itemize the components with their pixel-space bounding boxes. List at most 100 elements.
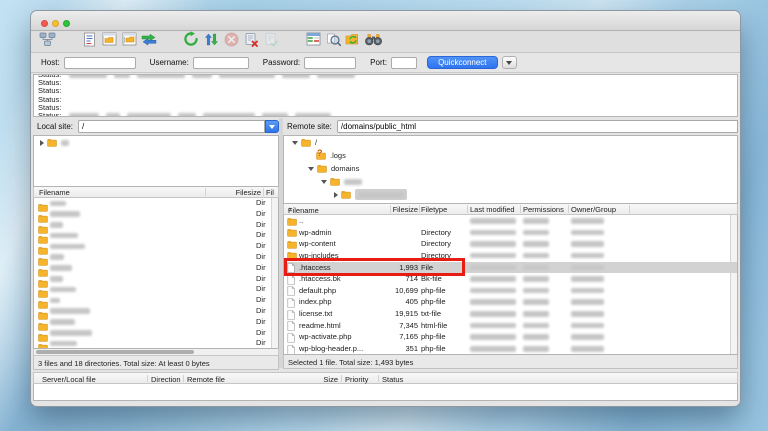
password-input[interactable] bbox=[304, 57, 356, 69]
queue-column-size[interactable]: Size bbox=[292, 375, 338, 384]
username-input[interactable] bbox=[193, 57, 249, 69]
toggle-local-tree-button[interactable] bbox=[99, 33, 119, 51]
host-label: Host: bbox=[41, 58, 60, 67]
remote-file-row-index-php[interactable]: index.php405php-file bbox=[284, 296, 737, 308]
local-file-row[interactable]: Dir bbox=[34, 295, 278, 306]
local-file-row[interactable]: Dir bbox=[34, 241, 278, 252]
refresh-button[interactable] bbox=[181, 33, 201, 51]
column-separator[interactable] bbox=[568, 205, 569, 213]
desktop-background: Host: Username: Password: Port: Quickcon… bbox=[0, 0, 768, 431]
redacted-owner-group bbox=[571, 230, 604, 236]
port-input[interactable] bbox=[391, 57, 417, 69]
filesize-cell: 7,165 bbox=[354, 331, 418, 343]
column-separator[interactable] bbox=[467, 205, 468, 213]
local-file-row[interactable]: Dir bbox=[34, 230, 278, 241]
column-separator[interactable] bbox=[147, 375, 148, 383]
remote-column-filetype[interactable]: Filetype bbox=[421, 205, 447, 214]
site-manager-button[interactable] bbox=[37, 33, 57, 51]
local-file-row[interactable]: Dir bbox=[34, 198, 278, 209]
redacted-text bbox=[61, 140, 69, 146]
column-separator[interactable] bbox=[390, 205, 391, 213]
cancel-button[interactable] bbox=[221, 33, 241, 51]
minimize-button[interactable] bbox=[52, 20, 59, 27]
remote-column-filesize[interactable]: Filesize bbox=[378, 205, 418, 214]
remote-file-row-default-php[interactable]: default.php10,699php-file bbox=[284, 285, 737, 297]
column-separator[interactable] bbox=[263, 188, 264, 196]
tree-node--logs[interactable]: ?.logs bbox=[284, 149, 737, 162]
expand-arrow-icon[interactable] bbox=[40, 140, 44, 146]
column-separator[interactable] bbox=[341, 375, 342, 383]
process-queue-button[interactable] bbox=[201, 33, 221, 51]
reconnect-button[interactable] bbox=[261, 33, 281, 51]
quickconnect-dropdown-button[interactable] bbox=[502, 56, 517, 69]
column-separator[interactable] bbox=[378, 375, 379, 383]
local-site-dropdown-button[interactable] bbox=[265, 120, 279, 133]
find-files-button[interactable] bbox=[363, 33, 383, 51]
redacted-permissions bbox=[523, 230, 549, 236]
filter-button[interactable] bbox=[303, 33, 323, 51]
toggle-message-log-button[interactable] bbox=[79, 33, 99, 51]
local-file-row[interactable]: Dir bbox=[34, 252, 278, 263]
synchronized-browsing-button[interactable] bbox=[343, 33, 363, 51]
column-separator[interactable] bbox=[520, 205, 521, 213]
host-input[interactable] bbox=[64, 57, 136, 69]
local-file-row[interactable]: Dir bbox=[34, 220, 278, 231]
collapse-arrow-icon[interactable] bbox=[308, 167, 314, 171]
filename-cell: .. bbox=[299, 215, 303, 227]
remote-file-row-wp-blog-header-p-[interactable]: wp-blog-header.p...351php-file bbox=[284, 343, 737, 355]
tree-node-domains[interactable]: domains bbox=[284, 162, 737, 175]
local-file-row[interactable]: Dir bbox=[34, 306, 278, 317]
local-file-row[interactable]: Dir bbox=[34, 209, 278, 220]
directory-comparison-button[interactable] bbox=[323, 33, 343, 51]
column-separator[interactable] bbox=[205, 188, 206, 196]
remote-file-row-wp-admin[interactable]: wp-adminDirectory bbox=[284, 227, 737, 239]
queue-column-direction[interactable]: Direction bbox=[151, 375, 181, 384]
local-file-row[interactable]: Dir bbox=[34, 328, 278, 339]
queue-column-priority[interactable]: Priority bbox=[345, 375, 368, 384]
local-file-row[interactable]: Dir bbox=[34, 263, 278, 274]
expand-arrow-icon[interactable] bbox=[334, 192, 338, 198]
local-column-filesize[interactable]: Filesize bbox=[221, 188, 261, 197]
local-column-filetype[interactable]: Fil bbox=[266, 188, 274, 197]
title-bar[interactable] bbox=[31, 11, 740, 31]
queue-column-server-local-file[interactable]: Server/Local file bbox=[42, 375, 96, 384]
remote-file-row-readme-html[interactable]: readme.html7,345html-file bbox=[284, 320, 737, 332]
tree-node[interactable] bbox=[284, 175, 737, 188]
column-separator[interactable] bbox=[419, 205, 420, 213]
local-file-row[interactable]: Dir bbox=[34, 284, 278, 295]
remote-column-last-modified[interactable]: Last modified bbox=[470, 205, 515, 214]
tree-node[interactable] bbox=[34, 136, 278, 149]
filename-cell: default.php bbox=[299, 285, 336, 297]
close-button[interactable] bbox=[41, 20, 48, 27]
tree-node-public-html[interactable] bbox=[284, 188, 737, 201]
zoom-button[interactable] bbox=[63, 20, 70, 27]
local-file-row[interactable]: Dir bbox=[34, 317, 278, 328]
redacted-filename bbox=[50, 265, 72, 271]
local-column-filename[interactable]: Filename bbox=[39, 188, 70, 197]
local-horizontal-scrollbar[interactable] bbox=[33, 349, 279, 356]
queue-column-status[interactable]: Status bbox=[382, 375, 403, 384]
queue-column-remote-file[interactable]: Remote file bbox=[187, 375, 225, 384]
column-separator[interactable] bbox=[629, 205, 630, 213]
remote-column-owner-group[interactable]: Owner/Group bbox=[571, 205, 616, 214]
toggle-remote-tree-button[interactable] bbox=[119, 33, 139, 51]
remote-file-row-wp-activate-php[interactable]: wp-activate.php7,165php-file bbox=[284, 331, 737, 343]
toggle-transfer-queue-button[interactable] bbox=[139, 33, 159, 51]
redacted-owner-group bbox=[571, 299, 604, 305]
remote-file-row-license-txt[interactable]: license.txt19,915txt-file bbox=[284, 308, 737, 320]
disconnect-button[interactable] bbox=[241, 33, 261, 51]
remote-site-input[interactable] bbox=[337, 120, 738, 133]
local-file-row[interactable]: Dir bbox=[34, 338, 278, 349]
local-site-input[interactable] bbox=[78, 120, 265, 133]
remote-directory-tree: /?.logsdomains bbox=[283, 135, 738, 204]
collapse-arrow-icon[interactable] bbox=[321, 180, 327, 184]
remote-column-permissions[interactable]: Permissions bbox=[523, 205, 564, 214]
tree-node--[interactable]: / bbox=[284, 136, 737, 149]
remote-file-row--[interactable]: .. bbox=[284, 215, 737, 227]
column-separator[interactable] bbox=[183, 375, 184, 383]
collapse-arrow-icon[interactable] bbox=[292, 141, 298, 145]
local-file-row[interactable]: Dir bbox=[34, 274, 278, 285]
scrollbar-thumb[interactable] bbox=[36, 350, 194, 354]
quickconnect-button[interactable]: Quickconnect bbox=[427, 56, 497, 69]
remote-file-row-wp-content[interactable]: wp-contentDirectory bbox=[284, 238, 737, 250]
